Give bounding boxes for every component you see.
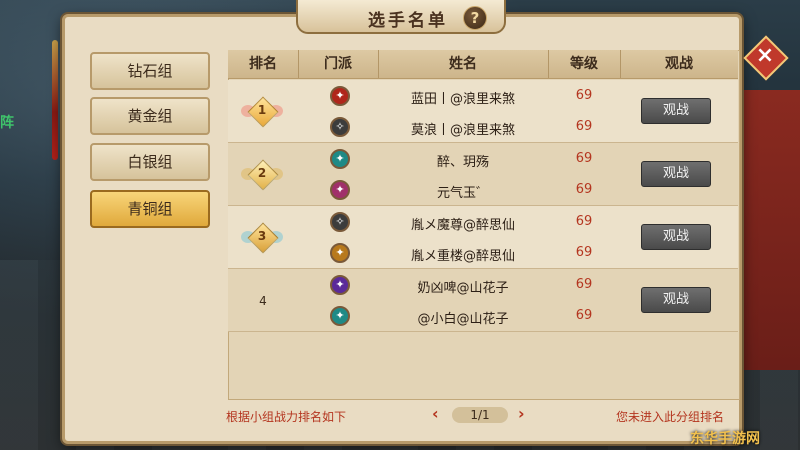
not-ranked-note: 您未进入此分组排名 [616, 410, 725, 424]
help-icon[interactable]: ? [463, 6, 487, 30]
header-rank: 排名 [249, 56, 277, 72]
player-name: 蓝田丨@浪里来煞 [410, 92, 515, 107]
player-name: 奶凶啤@山花子 [417, 281, 509, 296]
ranking-note: 根据小组战力排名如下 [226, 410, 347, 424]
pink-sect-icon: ✦ [330, 180, 350, 200]
player-level: 69 [575, 214, 593, 229]
row-divider [228, 331, 738, 332]
watermark: 东华手游网 [690, 431, 760, 447]
white-sect-icon: ✧ [330, 212, 350, 232]
rank-number: 1 [257, 103, 267, 117]
gold-sect-icon: ✦ [330, 243, 350, 263]
watch-button[interactable]: 观战 [641, 224, 711, 250]
player-level: 69 [575, 308, 593, 323]
player-name: 莫浪丨@浪里来煞 [410, 123, 515, 138]
rank-number: 3 [257, 229, 267, 243]
player-level: 69 [575, 88, 593, 103]
player-level: 69 [575, 151, 593, 166]
player-name: @小白@山花子 [417, 312, 509, 327]
player-level: 69 [575, 277, 593, 292]
tab-bronze-group[interactable]: 青铜组 [90, 190, 210, 228]
player-name: 醉、玥殇 [436, 155, 489, 170]
player-name: 胤メ魔尊@醉思仙 [410, 218, 515, 233]
teal-sect-icon: ✦ [330, 149, 350, 169]
player-name: 胤メ重楼@醉思仙 [410, 249, 515, 264]
tab-diamond-group[interactable]: 钻石组 [90, 52, 210, 90]
header-sect: 门派 [324, 56, 352, 72]
page-title: 选手名单 [368, 11, 448, 31]
tassel-decoration [52, 40, 58, 160]
header-level: 等级 [570, 56, 598, 72]
header-watch: 观战 [665, 56, 693, 72]
player-level: 69 [575, 182, 593, 197]
teal-sect-icon: ✦ [330, 306, 350, 326]
watch-button[interactable]: 观战 [641, 98, 711, 124]
rank-number: 4 [259, 294, 267, 308]
white-sect-icon: ✧ [330, 117, 350, 137]
watch-button[interactable]: 观战 [641, 161, 711, 187]
tab-silver-group[interactable]: 白银组 [90, 143, 210, 181]
purple-sect-icon: ✦ [330, 275, 350, 295]
tab-gold-group[interactable]: 黄金组 [90, 97, 210, 135]
rank-number: 2 [257, 166, 267, 180]
page-indicator: 1/1 [452, 407, 508, 423]
close-icon[interactable]: × [754, 42, 776, 70]
player-level: 69 [575, 119, 593, 134]
player-level: 69 [575, 245, 593, 260]
red-sect-icon: ✦ [330, 86, 350, 106]
background-side-text: 阵 [0, 115, 14, 131]
next-page-icon[interactable]: › [518, 404, 525, 423]
watch-button[interactable]: 观战 [641, 287, 711, 313]
header-name: 姓名 [449, 56, 477, 72]
player-name: 元气玉゛ [436, 186, 489, 201]
prev-page-icon[interactable]: ‹ [432, 404, 439, 423]
